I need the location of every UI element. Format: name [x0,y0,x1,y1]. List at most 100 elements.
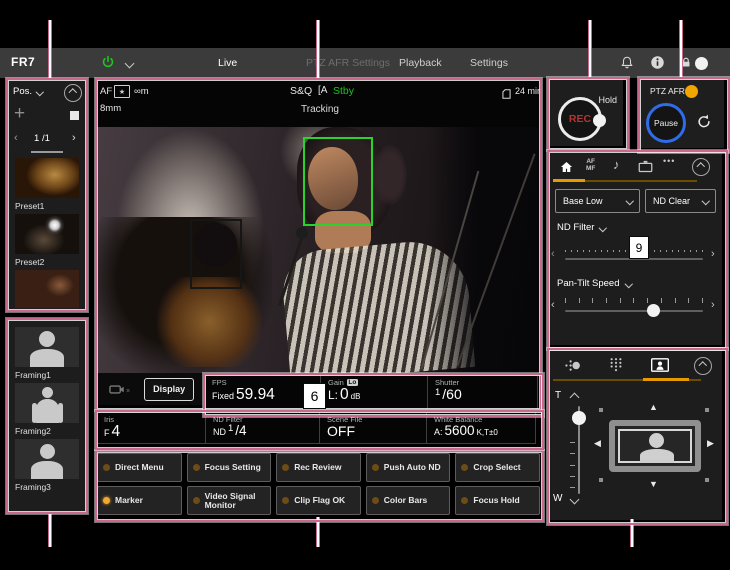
active-tab-underline [553,179,585,182]
pan-right-arrow[interactable]: ▶ [707,439,714,448]
tab-live[interactable]: Live [218,57,237,69]
preset-mode-select[interactable]: Pos. [13,86,43,97]
tab-home-icon[interactable] [559,160,574,179]
tab-more-icon[interactable]: ••• [663,156,675,166]
pause-button[interactable]: Pause [646,103,686,143]
nd-filter-cell[interactable]: ND Filter ND1/4 [205,412,320,444]
zoom-slider-knob[interactable] [572,411,586,425]
page-indicator: 1 /1 [34,133,50,144]
saxophone [157,277,262,367]
tab-audio-icon[interactable]: ♪ [613,157,620,172]
page-prev-button[interactable]: ‹ [14,132,18,144]
gain-cell[interactable]: GainLo L:0dB [320,375,428,411]
rec-hold-label: Hold [598,95,617,105]
preset3-thumbnail-partial[interactable] [15,270,79,308]
clip-flag-ok-button[interactable]: Clip Flag OK [276,486,361,515]
info-icon[interactable] [650,55,665,75]
zoom-slider-ticks [570,442,575,488]
base-sensitivity-select[interactable]: Base Low [555,189,640,213]
rec-review-button[interactable]: Rec Review [276,453,361,482]
marker-button[interactable]: Marker [97,486,182,515]
chevron-up-icon [69,89,77,97]
pan-left-arrow[interactable]: ◀ [594,439,601,448]
white-balance-cell[interactable]: White Balance A:5600K,T±0 [426,412,536,444]
person-silhouette-icon [40,444,55,459]
power-icon[interactable] [101,55,115,74]
chevron-down-icon [625,197,633,205]
focal-length: 8mm [100,103,121,114]
rec-control-panel: REC Hold [549,79,623,146]
nd-slider-left-arrow[interactable]: ‹ [551,249,555,260]
pan-tilt-diagonal-dot[interactable] [599,408,603,412]
framing3-label: Framing3 [15,482,51,492]
focus-setting-button[interactable]: Focus Setting [187,453,272,482]
collapse-panel-button[interactable] [64,84,82,102]
nd-preset-select[interactable]: ND Clear [645,189,716,213]
chevron-down-icon [599,224,607,232]
crop-select-button[interactable]: Crop Select [455,453,540,482]
zoom-tele-button[interactable] [570,393,580,403]
page-next-button[interactable]: › [72,132,76,144]
preset1-thumbnail[interactable] [15,158,79,198]
tab-framing-icon[interactable] [651,358,669,377]
face-tracking-frame [303,137,373,226]
tilt-down-arrow[interactable]: ▼ [649,480,658,489]
iris-cell[interactable]: Iris F4 [96,412,206,444]
pan-tilt-speed-section-label[interactable]: Pan-Tilt Speed [557,278,631,289]
assignable-buttons-grid: Direct Menu Focus Setting Rec Review Pus… [97,453,540,515]
add-preset-button[interactable]: + [14,104,25,123]
nd-slider-right-arrow[interactable]: › [711,249,715,260]
push-auto-nd-button[interactable]: Push Auto ND [366,453,451,482]
collapse-panel-button[interactable] [694,357,712,375]
restart-icon[interactable] [695,112,713,135]
framing3-thumbnail[interactable] [15,439,79,479]
focus-hold-button[interactable]: Focus Hold [455,486,540,515]
speed-slider-knob[interactable] [647,304,660,317]
pan-tilt-diagonal-dot[interactable] [599,478,603,482]
callout-line-ptz-afr [679,20,683,79]
color-bars-button[interactable]: Color Bars [366,486,451,515]
preset2-thumbnail[interactable] [15,214,79,254]
power-menu-chevron-icon[interactable] [125,59,135,69]
tilt-up-arrow[interactable]: ▲ [649,403,658,412]
collapse-panel-button[interactable] [692,158,710,176]
callout-line-preset-panel [48,20,52,78]
speed-slider-right-arrow[interactable]: › [711,300,715,311]
display-button[interactable]: Display [144,378,194,401]
preset-panel: Pos. + ‹ 1 /1 › Preset1 Preset2 [6,78,88,312]
framing1-label: Framing1 [15,370,51,380]
tab-playback[interactable]: Playback [399,57,442,69]
stop-button[interactable] [70,111,79,120]
tab-joystick-icon[interactable] [563,358,581,378]
tab-af-mf-icon[interactable]: AFMF [586,158,595,172]
speed-slider-left-arrow[interactable]: ‹ [551,300,555,311]
shutter-cell[interactable]: Shutter 1/60 [427,375,538,411]
notifications-bell-icon[interactable] [620,55,634,75]
callout-line-framing-panel [48,513,52,547]
fr7-web-app-screenshot: FR7 Live PTZ AFR Settings Playback Setti… [0,0,730,570]
live-video-view[interactable] [97,127,540,373]
speed-slider-track[interactable] [565,310,703,312]
callout-number-9: 9 [629,236,649,259]
tab-settings[interactable]: Settings [470,57,508,69]
pan-tilt-diagonal-dot[interactable] [705,478,709,482]
led-indicator [103,464,110,471]
led-indicator [372,464,379,471]
tab-monitor-icon[interactable] [638,160,653,178]
clip-flag-off-icon[interactable]: × [109,384,130,395]
nd-filter-section-label[interactable]: ND Filter [557,222,606,233]
framing-preview[interactable] [609,420,701,472]
scene-file-cell[interactable]: Scene File OFF [319,412,427,444]
video-signal-monitor-button[interactable]: Video Signal Monitor [187,486,272,515]
pan-tilt-diagonal-dot[interactable] [705,408,709,412]
framing2-thumbnail[interactable] [15,383,79,423]
framing1-thumbnail[interactable] [15,327,79,367]
wide-label: W [553,493,562,504]
tab-keypad-icon[interactable] [609,357,623,378]
person-silhouette-icon [649,433,664,448]
framing2-label: Framing2 [15,426,51,436]
zoom-wide-button[interactable] [570,495,580,505]
direct-menu-button[interactable]: Direct Menu [97,453,182,482]
media-remaining: 24 min [515,86,542,96]
led-indicator [282,464,289,471]
